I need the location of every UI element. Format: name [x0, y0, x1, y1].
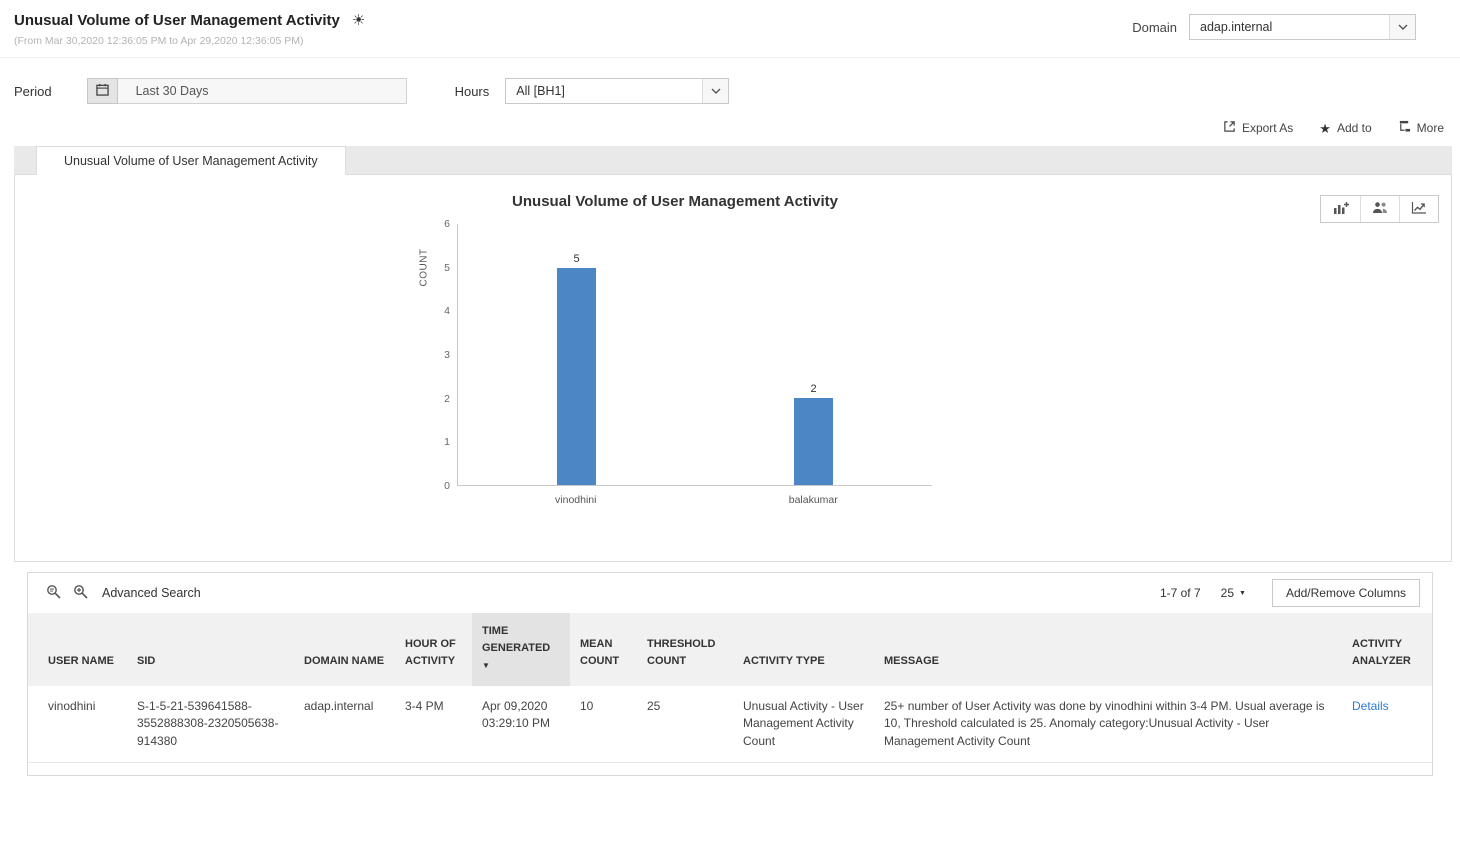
details-link[interactable]: Details — [1352, 699, 1389, 713]
column-header-activity-type[interactable]: ACTIVITY TYPE — [733, 613, 874, 687]
column-header-threshold-count[interactable]: THRESHOLD COUNT — [637, 613, 733, 687]
cell-message: 25+ number of User Activity was done by … — [874, 686, 1342, 764]
cell-mean-count: 10 — [570, 686, 637, 764]
column-header-message[interactable]: MESSAGE — [874, 613, 1342, 687]
cell-time-generated: Apr 09,2020 03:29:10 PM — [472, 686, 570, 764]
column-header-hour-of-activity[interactable]: HOUR OF ACTIVITY — [395, 613, 472, 687]
calendar-icon — [95, 83, 109, 99]
bar-slot-vinodhini[interactable]: 5 — [458, 224, 695, 485]
chevron-down-icon — [1389, 15, 1415, 39]
domain-select[interactable]: adap.internal — [1189, 14, 1416, 40]
domain-label: Domain — [1132, 19, 1177, 35]
hours-label: Hours — [454, 83, 490, 99]
table-row: vinodhini S-1-5-21-539641588-3552888308-2… — [28, 686, 1432, 764]
users-view-button[interactable] — [1360, 196, 1399, 222]
bar-balakumar[interactable] — [794, 398, 833, 485]
results-panel: Advanced Search 1-7 of 7 25 ▼ Add/Remove… — [27, 572, 1433, 777]
domain-select-value: adap.internal — [1200, 20, 1273, 34]
insights-icon[interactable]: ☀ — [352, 13, 365, 28]
column-header-sid[interactable]: SID — [127, 613, 294, 687]
title-block: Unusual Volume of User Management Activi… — [14, 12, 365, 47]
hours-select-value: All [BH1] — [516, 84, 565, 98]
add-to-button[interactable]: ★ Add to — [1319, 121, 1371, 135]
star-icon: ★ — [1319, 120, 1331, 136]
cell-domain-name: adap.internal — [294, 686, 395, 764]
domain-block: Domain adap.internal — [1132, 14, 1416, 40]
chart: Unusual Volume of User Management Activi… — [415, 193, 935, 506]
chart-toolbar — [1320, 195, 1439, 223]
users-icon — [1372, 201, 1388, 217]
column-header-time-generated[interactable]: TIME GENERATED ▼ — [472, 613, 570, 687]
filter-row: Period Last 30 Days Hours All [BH1] — [0, 58, 1460, 104]
period-label: Period — [14, 83, 52, 99]
y-tick-label: 6 — [444, 218, 450, 230]
column-header-mean-count[interactable]: MEAN COUNT — [570, 613, 637, 687]
page-header: Unusual Volume of User Management Activi… — [0, 0, 1460, 58]
column-header-domain-name[interactable]: DOMAIN NAME — [294, 613, 395, 687]
y-tick-label: 2 — [444, 392, 450, 405]
y-tick-label: 3 — [444, 349, 450, 361]
add-remove-columns-button[interactable]: Add/Remove Columns — [1271, 579, 1420, 607]
advanced-search-button[interactable] — [67, 580, 94, 606]
chart-y-axis: 0 1 2 3 4 5 6 — [431, 218, 457, 492]
more-button[interactable]: More — [1398, 120, 1444, 136]
x-axis-label: balakumar — [788, 494, 838, 506]
export-icon — [1223, 120, 1236, 136]
bar-slot-balakumar[interactable]: 2 — [695, 224, 932, 485]
table-toolbar: Advanced Search 1-7 of 7 25 ▼ Add/Remove… — [28, 573, 1432, 613]
cell-user-name: vinodhini — [28, 686, 127, 764]
tab-bar: Unusual Volume of User Management Activi… — [14, 146, 1452, 175]
chevron-down-icon — [702, 79, 729, 103]
x-axis-label: vinodhini — [555, 494, 597, 506]
search-button[interactable] — [40, 580, 67, 606]
cell-sid: S-1-5-21-539641588-3552888308-2320505638… — [127, 686, 294, 764]
bar-chart-plus-icon — [1333, 201, 1349, 218]
advanced-search-label[interactable]: Advanced Search — [102, 586, 201, 600]
bar-value-label: 2 — [810, 383, 817, 395]
chart-plot: 52 — [457, 224, 932, 486]
y-tick-label: 4 — [444, 305, 450, 318]
add-chart-button[interactable] — [1321, 196, 1360, 222]
calendar-button[interactable] — [86, 78, 118, 104]
y-tick-label: 1 — [444, 436, 450, 449]
line-chart-button[interactable] — [1399, 196, 1438, 222]
results-table: USER NAME SID DOMAIN NAME HOUR OF ACTIVI… — [28, 613, 1432, 764]
cell-activity-analyzer: Details — [1342, 686, 1432, 764]
y-axis-title: COUNT — [418, 248, 430, 287]
table-body: vinodhini S-1-5-21-539641588-3552888308-2… — [28, 686, 1432, 764]
page-title: Unusual Volume of User Management Activi… — [14, 12, 340, 29]
column-header-user-name[interactable]: USER NAME — [28, 613, 127, 687]
y-tick-label: 5 — [444, 261, 450, 274]
y-tick-label: 0 — [444, 480, 450, 492]
pagination-status: 1-7 of 7 — [1159, 586, 1201, 600]
cell-activity-type: Unusual Activity - User Management Activ… — [733, 686, 874, 764]
line-chart-icon — [1411, 201, 1427, 217]
sort-desc-icon: ▼ — [482, 661, 490, 671]
export-as-button[interactable]: Export As — [1223, 120, 1293, 136]
cell-hour-of-activity: 3-4 PM — [395, 686, 472, 764]
chart-panel: Unusual Volume of User Management Activi… — [14, 174, 1452, 562]
report-date-range: (From Mar 30,2020 12:36:05 PM to Apr 29,… — [14, 35, 304, 47]
bar-value-label: 5 — [573, 252, 580, 265]
bar-vinodhini[interactable] — [557, 267, 596, 485]
more-icon — [1398, 120, 1411, 136]
page-size-select[interactable]: 25 ▼ — [1221, 586, 1246, 600]
search-icon — [46, 584, 61, 602]
period-input[interactable]: Last 30 Days — [117, 78, 407, 104]
search-plus-icon — [73, 584, 88, 602]
cell-threshold-count: 25 — [637, 686, 733, 764]
chart-x-labels: vinodhini balakumar — [457, 494, 932, 506]
tab-unusual-volume[interactable]: Unusual Volume of User Management Activi… — [36, 146, 346, 175]
caret-down-icon: ▼ — [1239, 589, 1246, 597]
hours-select[interactable]: All [BH1] — [505, 78, 730, 104]
chart-title: Unusual Volume of User Management Activi… — [512, 193, 838, 210]
actions-row: Export As ★ Add to More — [0, 104, 1460, 146]
table-header-row: USER NAME SID DOMAIN NAME HOUR OF ACTIVI… — [28, 613, 1432, 687]
column-header-activity-analyzer[interactable]: ACTIVITY ANALYZER — [1342, 613, 1432, 687]
